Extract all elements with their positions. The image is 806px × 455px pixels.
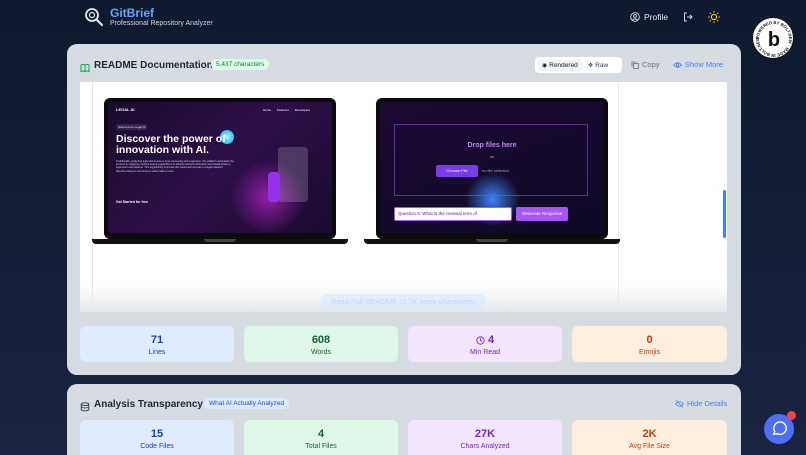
landing-nav-item: Features (277, 108, 289, 112)
stat-label: Lines (148, 349, 166, 356)
copy-button[interactable]: Copy (631, 60, 660, 69)
notification-dot (787, 411, 796, 420)
copy-icon (631, 61, 639, 69)
brand-subtitle: Professional Repository Analyzer (110, 20, 213, 27)
magnifier-logo-icon (84, 7, 104, 27)
landing-body: Traditionally, analyzing legal documents… (116, 160, 234, 173)
logout-icon[interactable] (682, 10, 696, 24)
code-icon: ❖ (587, 62, 594, 69)
landing-brand: LEGAL AI (116, 107, 135, 112)
bolt-badge[interactable]: POWERED BY BOLT.NEW · MADE IN BOLT.NEW ·… (752, 14, 794, 59)
or-text: or (490, 154, 494, 159)
stat-words: 608 Words (244, 326, 398, 362)
eye-icon: ◉ (542, 62, 548, 69)
read-full-readme-button[interactable]: Read Full README (3.7K more characters) (321, 294, 486, 310)
char-count-badge: 5,437 characters (211, 59, 270, 70)
database-icon (80, 399, 90, 417)
stat-value: 608 (311, 334, 331, 346)
landing-headline: Discover the power of innovation with AI… (116, 133, 226, 156)
stat-value: 2K (642, 428, 657, 440)
view-mode-toggle: ◉ Rendered ❖ Raw (535, 57, 622, 73)
bolt-badge-letter: b (768, 29, 780, 51)
no-file-text: no file selected (482, 168, 509, 173)
sun-theme-icon[interactable] (707, 10, 721, 24)
stat-value: 15 (150, 428, 164, 440)
rendered-tab[interactable]: ◉ Rendered (538, 59, 582, 71)
stat-value: 4 (487, 334, 495, 346)
stat-lines: 71 Lines (80, 326, 234, 362)
landing-cta: Get Started for free (116, 200, 148, 204)
user-circle-icon (630, 12, 640, 22)
eye-icon (673, 61, 682, 68)
readme-preview: LEGAL AI Home Features Developers Welcom… (80, 82, 727, 312)
hide-details-button[interactable]: Hide Details (675, 399, 727, 408)
stat-label: Total Files (305, 443, 337, 450)
show-more-label: Show More (685, 60, 723, 69)
brand-title: GitBrief (110, 6, 155, 20)
show-more-button[interactable]: Show More (673, 60, 723, 69)
stat-code-files: 15 Code Files (80, 420, 234, 455)
stat-label: Min Read (470, 349, 500, 356)
analysis-badge: What AI Actually Analyzed (204, 398, 290, 409)
choose-file-button: Choose File (436, 165, 478, 177)
preview-scrollbar[interactable] (723, 190, 726, 238)
laptop-image-landing: LEGAL AI Home Features Developers Welcom… (92, 98, 348, 244)
generate-response-button: Generate Response (516, 207, 568, 221)
book-icon (80, 60, 90, 78)
stat-avg-file-size: 2K Avg File Size (572, 420, 727, 455)
clock-icon (476, 335, 485, 345)
app-header: GitBrief Professional Repository Analyze… (0, 0, 806, 36)
eye-off-icon (675, 399, 684, 408)
question-input: Question 6: What is the renewal term of (394, 207, 512, 221)
stat-total-files: 4 Total Files (244, 420, 398, 455)
profile-label: Profile (644, 12, 669, 22)
stat-chars-analyzed: 27K Chars Analyzed (408, 420, 562, 455)
landing-nav-item: Home (263, 108, 272, 112)
stat-label: Words (310, 349, 332, 356)
copy-label: Copy (642, 60, 660, 69)
stat-value: 0 (646, 334, 653, 346)
drop-files-text: Drop files here (467, 142, 517, 149)
stat-emojis: 0 Emojis (572, 326, 727, 362)
stat-label: Code Files (140, 443, 174, 450)
raw-label: Raw (595, 61, 609, 69)
laptop-image-upload: Drop files here or Choose File no file s… (364, 98, 620, 244)
landing-nav: Home Features Developers (263, 108, 310, 112)
stat-value: 27K (474, 428, 496, 440)
profile-button[interactable]: Profile (630, 10, 668, 24)
stat-label: Emojis (638, 349, 660, 356)
stat-label: Chars Analyzed (460, 443, 510, 450)
analysis-title: Analysis Transparency (94, 399, 203, 410)
stat-min-read: 4 Min Read (408, 326, 562, 362)
stat-label: Avg File Size (629, 443, 670, 450)
landing-tag: Welcome to Legal AI (116, 124, 148, 130)
readme-title: README Documentation (94, 60, 213, 71)
hide-details-label: Hide Details (687, 399, 728, 408)
rendered-label: Rendered (549, 61, 578, 69)
stat-value: 4 (317, 428, 325, 440)
stat-value: 71 (150, 334, 164, 346)
raw-tab[interactable]: ❖ Raw (584, 60, 612, 71)
landing-nav-item: Developers (294, 108, 311, 112)
